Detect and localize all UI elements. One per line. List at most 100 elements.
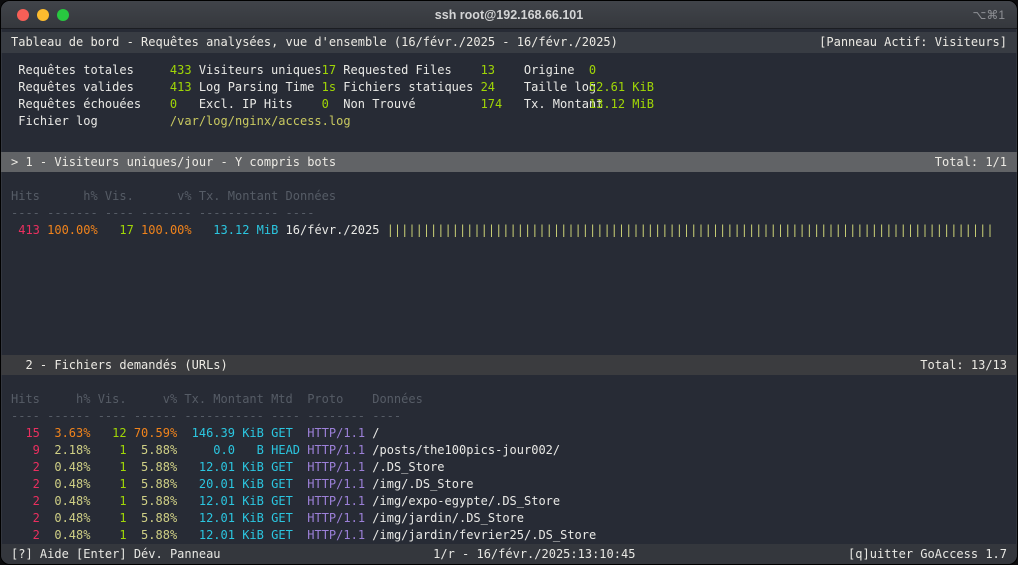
window-title: ssh root@192.168.66.101: [1, 8, 1017, 22]
hits-value: 2: [11, 477, 40, 491]
table-row[interactable]: 2 0.48% 1 5.88% 20.01 KiB GET HTTP/1.1 /…: [11, 476, 1007, 493]
tx-amount: 20.01 KiB: [177, 477, 264, 491]
hits-value: 413: [11, 223, 40, 237]
tx-amount: 146.39 KiB: [177, 426, 264, 440]
visitors-value: 1: [90, 494, 126, 508]
tx-amount: 12.01 KiB: [177, 528, 264, 542]
summary-label: Requêtes valides: [18, 79, 170, 96]
http-method: GET: [264, 528, 307, 542]
summary-label: Tx. Montant: [524, 96, 589, 113]
url-value: /: [365, 426, 379, 440]
histogram-bar: ||||||||||||||||||||||||||||||||||||||||…: [379, 223, 993, 237]
hits-value: 2: [11, 460, 40, 474]
http-protocol: HTTP/1.1: [307, 443, 365, 457]
summary-row: Requêtes échouées0Excl. IP Hits0Non Trou…: [18, 96, 1017, 113]
panel-header-visitors[interactable]: > 1 - Visiteurs uniques/jour - Y compris…: [1, 152, 1017, 172]
http-method: GET: [264, 460, 307, 474]
table-row[interactable]: 15 3.63% 12 70.59% 146.39 KiB GET HTTP/1…: [11, 425, 1007, 442]
summary-value: 52.61 KiB: [589, 79, 654, 96]
http-method: GET: [264, 511, 307, 525]
summary-value: 0: [589, 62, 596, 79]
quit-hint: [q]uitter GoAccess 1.7: [848, 546, 1007, 563]
url-value: /img/jardin/.DS_Store: [365, 511, 524, 525]
summary-value: 1s: [322, 79, 344, 96]
summary-value: 13: [481, 62, 524, 79]
panel2-total: Total: 13/13: [920, 357, 1007, 374]
http-method: GET: [264, 426, 307, 440]
http-method: GET: [264, 477, 307, 491]
tx-amount: 12.01 KiB: [177, 494, 264, 508]
visitors-percent: 5.88%: [127, 443, 178, 457]
visitors-value: 1: [90, 477, 126, 491]
hits-percent: 2.18%: [40, 443, 91, 457]
panel1-total: Total: 1/1: [935, 154, 1007, 171]
window-controls: [17, 1, 69, 29]
tx-amount: 0.0 B: [177, 443, 264, 457]
summary-label: Taille log: [524, 79, 589, 96]
summary-label: Non Trouvé: [343, 96, 480, 113]
http-protocol: HTTP/1.1: [307, 511, 365, 525]
visitors-percent: 5.88%: [127, 494, 178, 508]
status-timestamp: 1/r - 16/févr./2025:13:10:45: [221, 546, 849, 563]
summary-value: 0: [322, 96, 344, 113]
visitors-value: 1: [90, 443, 126, 457]
summary-value: 24: [481, 79, 524, 96]
summary-label: Excl. IP Hits: [199, 96, 322, 113]
hits-percent: 100.00%: [40, 223, 98, 237]
hits-percent: 0.48%: [40, 477, 91, 491]
tx-amount: 12.01 KiB: [177, 511, 264, 525]
tab-shortcut-icon: ⌥⌘1: [972, 1, 1005, 29]
summary-value: 433: [170, 62, 199, 79]
active-panel-indicator: [Panneau Actif: Visiteurs]: [819, 34, 1007, 51]
summary-label: Requêtes totales: [18, 62, 170, 79]
titlebar: ssh root@192.168.66.101 ⌥⌘1: [1, 1, 1017, 29]
url-value: /img/jardin/fevrier25/.DS_Store: [365, 528, 596, 542]
url-value: /img/.DS_Store: [365, 477, 473, 491]
panel1-data-row[interactable]: 413 100.00% 17 100.00% 13.12 MiB 16/févr…: [1, 222, 1017, 239]
visitors-percent: 5.88%: [127, 460, 178, 474]
summary-label: Fichiers statiques: [343, 79, 480, 96]
minimize-button[interactable]: [37, 9, 49, 21]
table-row[interactable]: 2 0.48% 1 5.88% 12.01 KiB GET HTTP/1.1 /…: [11, 459, 1007, 476]
table-row[interactable]: 9 2.18% 1 5.88% 0.0 B HEAD HTTP/1.1 /pos…: [11, 442, 1007, 459]
close-button[interactable]: [17, 9, 29, 21]
summary-label: Requested Files: [343, 62, 480, 79]
dashboard-header: Tableau de bord - Requêtes analysées, vu…: [1, 32, 1017, 53]
summary-label: Log Parsing Time: [199, 79, 322, 96]
summary-value: 413: [170, 79, 199, 96]
visitors-percent: 100.00%: [134, 223, 192, 237]
http-protocol: HTTP/1.1: [307, 528, 365, 542]
visitors-percent: 70.59%: [127, 426, 178, 440]
date-value: 16/févr./2025: [278, 223, 379, 237]
http-protocol: HTTP/1.1: [307, 494, 365, 508]
table-row[interactable]: 2 0.48% 1 5.88% 12.01 KiB GET HTTP/1.1 /…: [11, 493, 1007, 510]
hits-percent: 0.48%: [40, 528, 91, 542]
summary-value: 0: [170, 96, 199, 113]
visitors-value: 17: [98, 223, 134, 237]
summary-value: 17: [322, 62, 344, 79]
hits-percent: 0.48%: [40, 511, 91, 525]
hits-value: 9: [11, 443, 40, 457]
summary-value: 13.12 MiB: [589, 96, 654, 113]
url-value: /.DS_Store: [365, 460, 444, 474]
summary-label: Requêtes échouées: [18, 96, 170, 113]
tx-amount: 12.01 KiB: [177, 460, 264, 474]
table-row[interactable]: 2 0.48% 1 5.88% 12.01 KiB GET HTTP/1.1 /…: [11, 510, 1007, 527]
log-file-label: Fichier log: [18, 113, 170, 130]
panel1-column-dashes: ---- ------- ---- ------- ----------- --…: [1, 205, 1017, 222]
hits-value: 2: [11, 511, 40, 525]
terminal-screen[interactable]: Tableau de bord - Requêtes analysées, vu…: [1, 29, 1017, 564]
summary-label: Visiteurs uniques: [199, 62, 322, 79]
panel-header-requested-files[interactable]: 2 - Fichiers demandés (URLs) Total: 13/1…: [1, 355, 1017, 375]
url-value: /img/expo-egypte/.DS_Store: [365, 494, 560, 508]
table-row[interactable]: 2 0.48% 1 5.88% 12.01 KiB GET HTTP/1.1 /…: [11, 527, 1007, 544]
visitors-percent: 5.88%: [127, 477, 178, 491]
hits-value: 2: [11, 494, 40, 508]
overall-summary: Requêtes totales433Visiteurs uniques17Re…: [1, 62, 1017, 130]
zoom-button[interactable]: [57, 9, 69, 21]
url-value: /posts/the100pics-jour002/: [365, 443, 560, 457]
hits-percent: 0.48%: [40, 460, 91, 474]
summary-value: 174: [481, 96, 524, 113]
tx-amount: 13.12 MiB: [192, 223, 279, 237]
status-bar: [?] Aide [Enter] Dév. Panneau 1/r - 16/f…: [1, 544, 1017, 564]
